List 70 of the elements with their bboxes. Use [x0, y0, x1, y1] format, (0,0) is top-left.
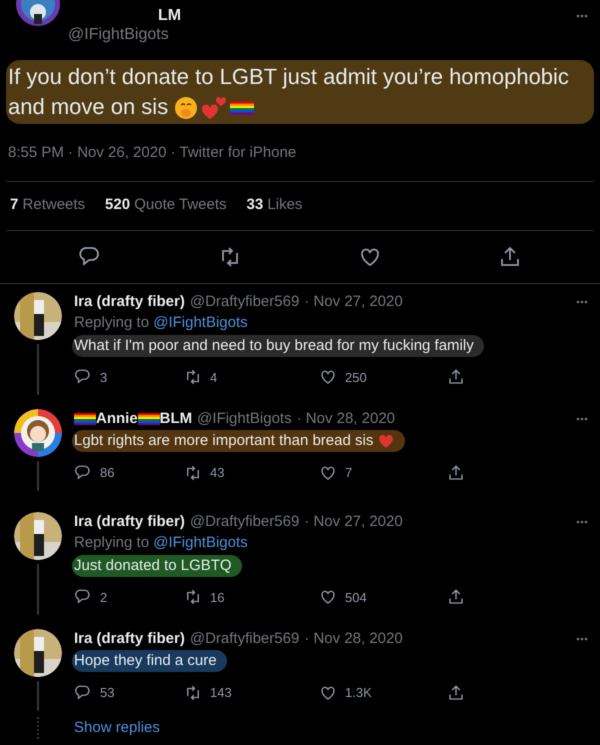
- author-name: Ira (drafty fiber): [74, 512, 185, 532]
- rainbow-flag-icon: [138, 412, 160, 426]
- like-count: 504: [345, 588, 367, 606]
- heart-icon[interactable]: [319, 368, 337, 386]
- share-icon[interactable]: [447, 368, 465, 386]
- author-name: Annie: [96, 409, 138, 429]
- heart-icon[interactable]: [319, 588, 337, 606]
- tweet-meta: 8:55 PM · Nov 26, 2020 · Twitter for iPhone: [7, 143, 298, 163]
- tweet-date: · Nov 28, 2020: [304, 629, 403, 649]
- author-handle: @IFightBigots: [68, 26, 169, 44]
- like-count: 7: [345, 464, 352, 482]
- author-handle: @Draftyfiber569: [190, 292, 300, 312]
- reply-text: Hope they find a cure: [72, 650, 227, 672]
- stat-count[interactable]: 520 Quote Tweets: [105, 194, 227, 217]
- share-icon[interactable]: [447, 464, 465, 482]
- retweet-count: 143: [210, 684, 232, 702]
- author-handle: @IFightBigots: [197, 409, 292, 429]
- reply-count: 3: [100, 368, 108, 386]
- reply-count: 53: [100, 684, 114, 702]
- reply-text: Just donated to LGBTQ: [72, 554, 242, 576]
- stat-count[interactable]: 33 Likes: [246, 194, 302, 217]
- retweet-icon[interactable]: [184, 588, 202, 606]
- author-name: BLM: [160, 409, 192, 429]
- author-name: Ira (drafty fiber): [74, 292, 185, 312]
- like-count: 250: [345, 368, 367, 386]
- smiling-face-icon: [174, 96, 198, 120]
- reply-icon[interactable]: [74, 684, 92, 702]
- more-icon[interactable]: [576, 417, 588, 421]
- reply-icon[interactable]: [74, 368, 92, 386]
- share-icon[interactable]: [447, 684, 465, 702]
- share-icon[interactable]: [498, 244, 522, 268]
- mention-link[interactable]: @IFightBigots: [153, 534, 248, 550]
- more-icon[interactable]: [576, 300, 588, 304]
- author-handle: @Draftyfiber569: [190, 512, 300, 532]
- reply-icon[interactable]: [74, 588, 92, 606]
- retweet-count: 4: [210, 368, 218, 386]
- tweet-text: If you don’t donate to LGBT just admit you’re homophobic and move on sis: [6, 60, 594, 124]
- tweet-date: · Nov 27, 2020: [304, 512, 403, 532]
- mention-link[interactable]: @IFightBigots: [153, 314, 248, 330]
- like-count: 1.3K: [345, 684, 372, 702]
- tweet-date: · Nov 27, 2020: [304, 292, 403, 312]
- retweet-count: 16: [210, 588, 224, 606]
- more-icon[interactable]: [576, 14, 588, 18]
- rainbow-flag-icon: [230, 99, 254, 118]
- reply-icon[interactable]: [74, 464, 92, 482]
- heart-icon: [377, 432, 396, 450]
- rainbow-flag-icon: [74, 412, 96, 426]
- retweet-icon[interactable]: [184, 464, 202, 482]
- author-name: LM: [158, 6, 182, 26]
- author-handle: @Draftyfiber569: [190, 629, 300, 649]
- replying-to-label: Replying to: [74, 534, 150, 550]
- author-name: Ira (drafty fiber): [74, 629, 185, 649]
- show-replies-link[interactable]: Show replies: [74, 716, 160, 738]
- reply-icon[interactable]: [78, 244, 102, 268]
- retweet-icon[interactable]: [184, 368, 202, 386]
- replying-to-label: Replying to: [74, 314, 150, 330]
- more-icon[interactable]: [576, 637, 588, 641]
- stat-count[interactable]: 7 Retweets: [10, 194, 86, 217]
- two-hearts-icon: [201, 95, 228, 122]
- more-icon[interactable]: [576, 520, 588, 524]
- heart-icon[interactable]: [319, 464, 337, 482]
- reply-text: What if I'm poor and need to buy bread for my fucking family: [72, 334, 484, 356]
- reply-count: 2: [100, 588, 108, 606]
- reply-text: Lgbt rights are more important than bread sis: [72, 430, 406, 452]
- heart-icon[interactable]: [319, 684, 337, 702]
- share-icon[interactable]: [447, 588, 465, 606]
- reply-count: 86: [100, 464, 114, 482]
- retweet-icon[interactable]: [184, 684, 202, 702]
- tweet-date: · Nov 28, 2020: [296, 409, 396, 429]
- retweet-count: 43: [210, 464, 224, 482]
